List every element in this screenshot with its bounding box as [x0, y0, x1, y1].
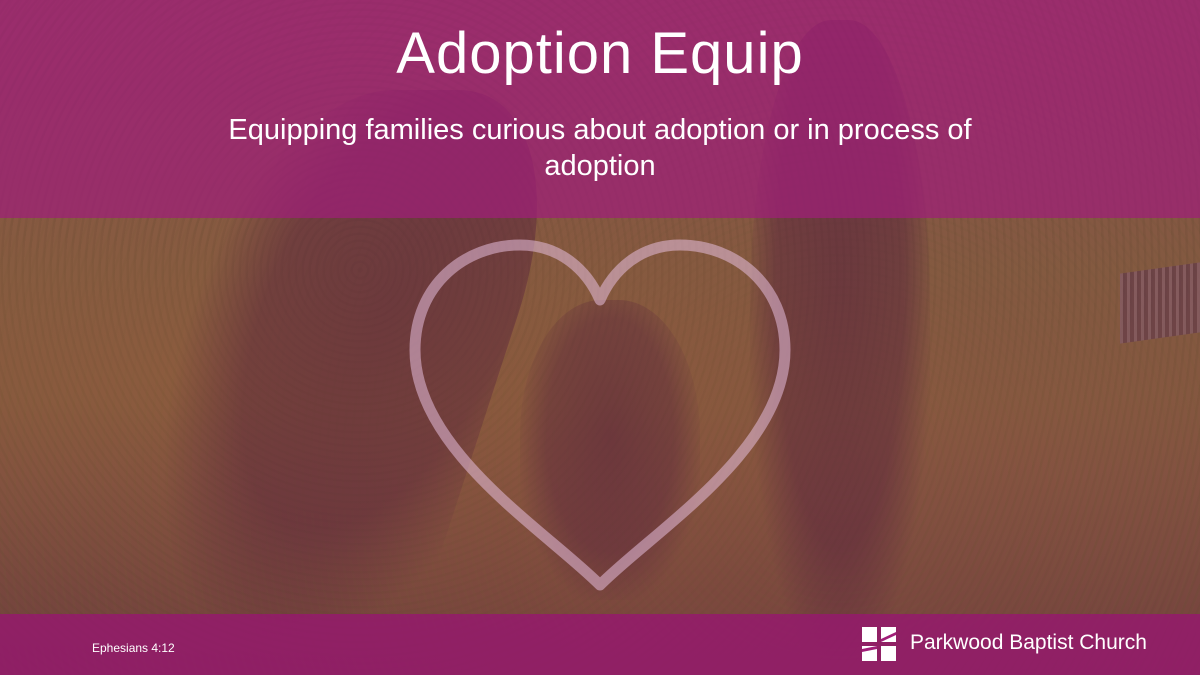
- slide: Adoption Equip Equipping families curiou…: [0, 0, 1200, 675]
- heart-outline-icon: [409, 239, 791, 591]
- parkwood-cross-logo-icon: [862, 627, 896, 661]
- church-name: Parkwood Baptist Church: [910, 631, 1147, 654]
- slide-subtitle: Equipping families curious about adoptio…: [228, 114, 972, 182]
- slide-title: Adoption Equip: [396, 21, 804, 86]
- scripture-reference: Ephesians 4:12: [92, 641, 175, 655]
